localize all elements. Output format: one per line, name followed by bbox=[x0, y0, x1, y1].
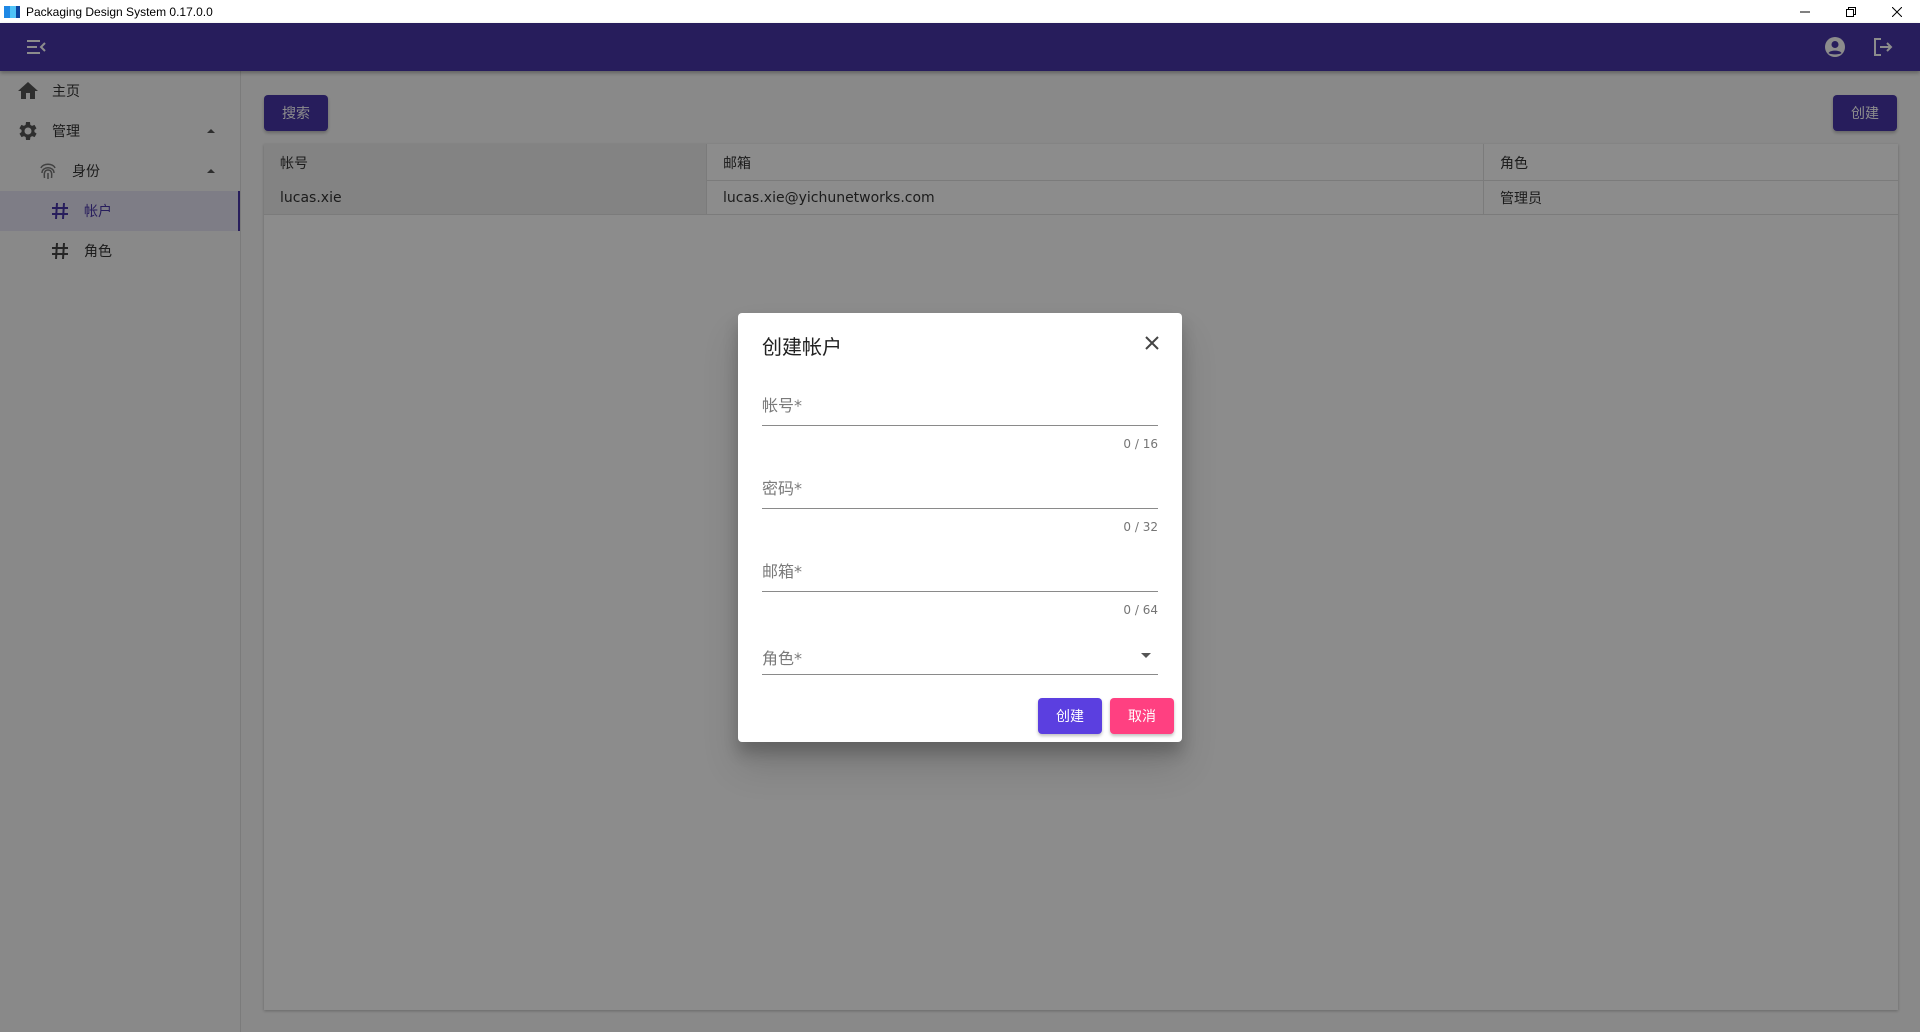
email-field bbox=[762, 552, 1158, 592]
password-char-counter: 0 / 32 bbox=[1123, 520, 1158, 534]
email-char-counter: 0 / 64 bbox=[1123, 603, 1158, 617]
dialog-title: 创建帐户 bbox=[762, 335, 842, 359]
account-char-counter: 0 / 16 bbox=[1123, 437, 1158, 451]
dialog-close-button[interactable] bbox=[1140, 331, 1164, 355]
dialog-cancel-button[interactable]: 取消 bbox=[1110, 698, 1174, 734]
minimize-icon bbox=[1800, 11, 1810, 12]
close-icon bbox=[1892, 6, 1902, 17]
create-account-dialog: 创建帐户 0 / 16 0 / 32 0 / 64 角色* 创建 取消 bbox=[738, 313, 1182, 742]
password-field bbox=[762, 469, 1158, 509]
dialog-create-button[interactable]: 创建 bbox=[1038, 698, 1102, 734]
close-window-button[interactable] bbox=[1874, 0, 1920, 23]
password-input[interactable] bbox=[762, 469, 1158, 508]
minimize-button[interactable] bbox=[1782, 0, 1828, 23]
email-input[interactable] bbox=[762, 552, 1158, 591]
role-select[interactable]: 角色* bbox=[762, 635, 1158, 675]
chevron-down-icon bbox=[1141, 653, 1151, 658]
close-icon bbox=[1145, 336, 1159, 350]
role-select-placeholder: 角色* bbox=[762, 649, 803, 668]
window-titlebar: Packaging Design System 0.17.0.0 bbox=[0, 0, 1920, 23]
restore-icon bbox=[1846, 6, 1856, 17]
account-input[interactable] bbox=[762, 386, 1158, 425]
account-field bbox=[762, 386, 1158, 426]
restore-button[interactable] bbox=[1828, 0, 1874, 23]
window-title: Packaging Design System 0.17.0.0 bbox=[26, 4, 213, 19]
app-logo-icon bbox=[4, 5, 20, 18]
